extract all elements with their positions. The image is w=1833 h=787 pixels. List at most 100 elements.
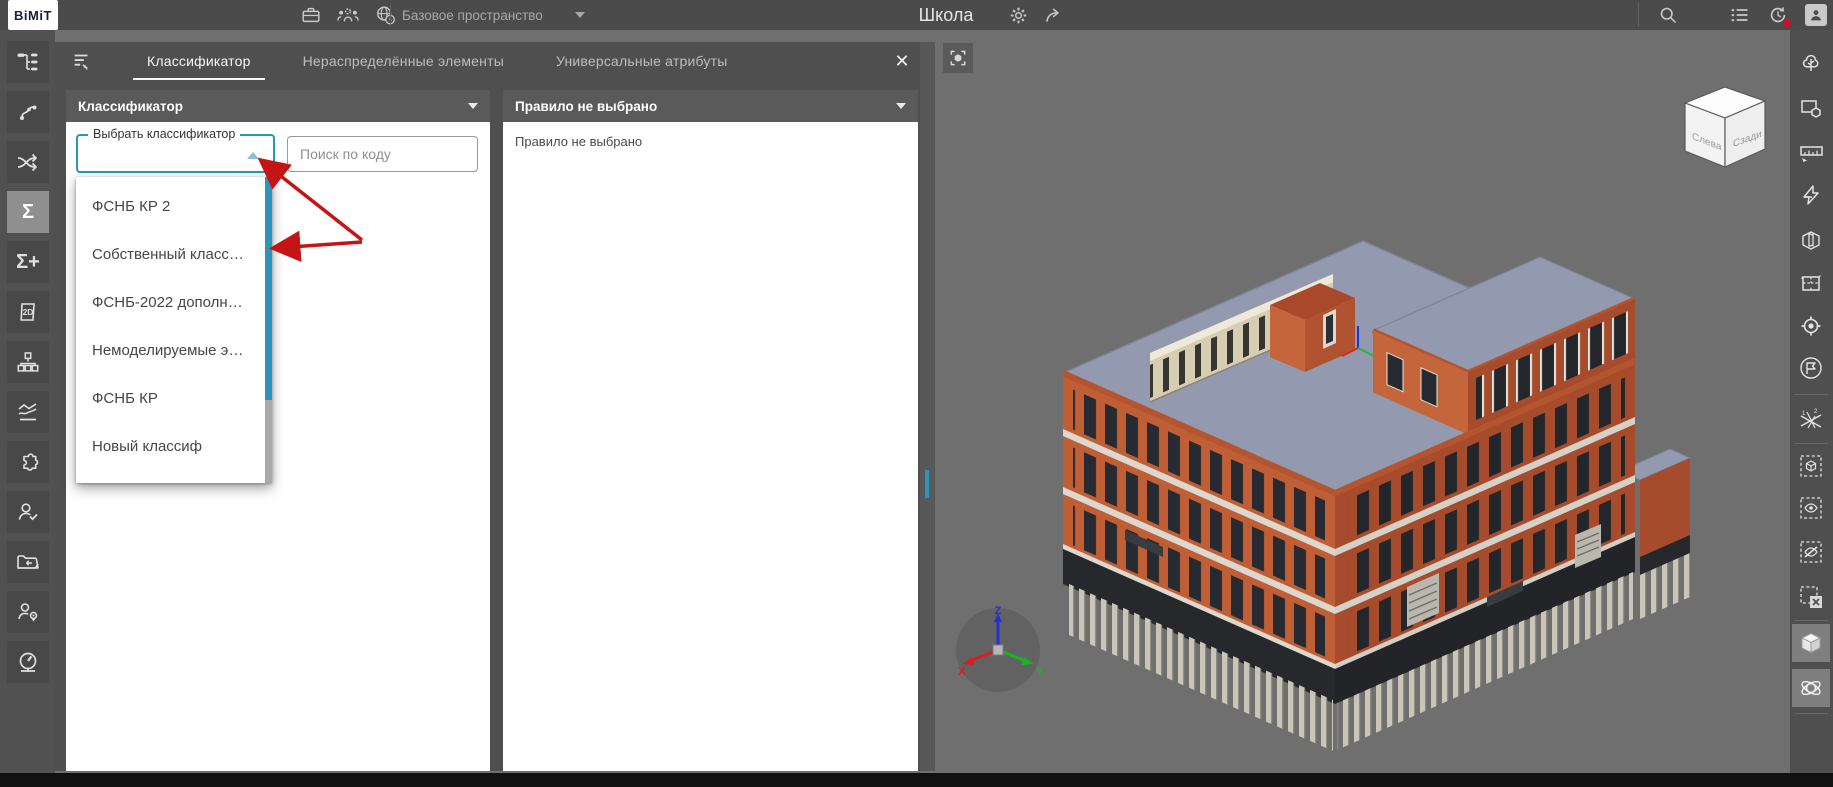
viewport-workspace[interactable]: Слева Сзади Z X Y Классификатор Нераспре… [55, 30, 1790, 773]
tool-dashboard-gauge[interactable] [7, 641, 49, 683]
tool-flag[interactable] [1792, 349, 1830, 387]
dropdown-option[interactable]: ФСНБ КР 2 [76, 182, 272, 230]
solid-cube-icon [1800, 632, 1822, 654]
tool-clear-isolation[interactable] [1792, 578, 1830, 616]
tool-trend-chart[interactable] [7, 391, 49, 433]
building-model[interactable] [1035, 235, 1735, 755]
tool-shuffle-links[interactable] [7, 141, 49, 183]
panel-scrollbar-thumb[interactable] [925, 470, 929, 498]
user-location-icon [18, 603, 38, 622]
tool-plugin-puzzle[interactable] [7, 441, 49, 483]
dropdown-option[interactable]: ФСНБ-2022 дополн… [76, 278, 272, 326]
tool-isolate-selection[interactable] [1792, 447, 1830, 485]
search-icon[interactable] [1658, 5, 1679, 26]
close-icon[interactable]: ✕ [890, 49, 914, 73]
classifier-panel-window: Классификатор Нераспределённые элементы … [55, 42, 920, 771]
org-chart-icon [17, 352, 39, 372]
fit-view-button[interactable] [943, 43, 973, 73]
tool-org-chart[interactable] [7, 341, 49, 383]
globe-clock-icon[interactable] [374, 4, 397, 26]
eye-slash-dashed-icon [1800, 541, 1822, 563]
svg-text:1: 1 [1802, 411, 1806, 417]
rule-subpanel-body: Правило не выбрано [503, 122, 918, 771]
tool-show-selected[interactable] [1792, 489, 1830, 527]
classifier-select[interactable]: Выбрать классификатор [76, 127, 275, 173]
dropdown-scrollbar[interactable] [265, 177, 272, 483]
orbit-icon [1801, 680, 1821, 696]
dropdown-scrollbar-thumb[interactable] [265, 177, 272, 401]
chevron-down-icon [468, 103, 478, 109]
tool-section-cube[interactable] [1792, 221, 1830, 259]
sigma-icon: Σ [21, 201, 34, 223]
project-title: Школа [918, 4, 974, 25]
sheet-2d-icon: 2D [20, 303, 35, 321]
tool-locate-target[interactable] [1792, 307, 1830, 345]
classifier-select-label: Выбрать классификатор [88, 127, 241, 141]
code-search-input[interactable] [287, 136, 478, 172]
sigma-plus-icon: Σ+ [16, 251, 40, 273]
briefcase-icon[interactable] [300, 4, 322, 26]
sort-filter-icon[interactable] [71, 50, 93, 72]
focus-frame-icon [950, 50, 966, 66]
dropdown-option[interactable]: Новый классиф [76, 422, 272, 470]
notification-badge [1783, 19, 1791, 27]
tool-measure[interactable] [1792, 133, 1830, 171]
user-check-icon [18, 503, 38, 521]
classifier-header-label: Классификатор [78, 98, 183, 114]
section-axes-icon: 1 2 [1800, 409, 1822, 429]
toolbar-separator [1794, 620, 1828, 621]
right-toolbar: 1 2 [1790, 30, 1833, 773]
chevron-down-icon [896, 103, 906, 109]
share-icon[interactable] [1043, 5, 1065, 26]
tab-universal-attributes[interactable]: Универсальные атрибуты [530, 42, 753, 80]
topbar-right-icons [1658, 0, 1827, 30]
tool-copy-hexagon[interactable] [1792, 88, 1830, 126]
tool-orbit[interactable] [1792, 669, 1830, 707]
tool-model-tree[interactable] [7, 41, 49, 83]
puzzle-icon [23, 453, 39, 471]
flash-icon [1803, 185, 1819, 205]
team-icon[interactable] [336, 4, 360, 26]
tool-sigma-add[interactable]: Σ+ [7, 241, 49, 283]
left-toolbar: Σ Σ+ 2D [0, 30, 55, 787]
section-cube-icon [1802, 231, 1820, 250]
tool-hide-selected[interactable] [1792, 533, 1830, 571]
notifications-button[interactable] [1767, 4, 1791, 27]
axis-gizmo[interactable]: Z X Y [948, 605, 1048, 700]
axis-y-label: Y [1036, 666, 1044, 678]
tool-folder-export[interactable] [7, 541, 49, 583]
tool-selection-spline[interactable] [7, 91, 49, 133]
toolbar-separator [1794, 443, 1828, 444]
dropdown-option[interactable]: Собственный класс… [76, 230, 272, 278]
clear-box-x-icon [1800, 586, 1822, 608]
settings-gear-icon[interactable] [1008, 5, 1029, 26]
tool-user-check[interactable] [7, 491, 49, 533]
tool-shaded-view[interactable] [1792, 624, 1830, 662]
topbar-divider [390, 3, 391, 27]
dropdown-option[interactable]: Немоделируемые э… [76, 326, 272, 374]
logo-text: BiMiT [14, 7, 52, 23]
app-logo[interactable]: BiMiT [8, 0, 58, 30]
rule-subpanel-header[interactable]: Правило не выбрано [503, 90, 918, 122]
tree-icon [1802, 54, 1819, 71]
tool-sigma-classifier[interactable]: Σ [7, 191, 49, 233]
dropdown-option[interactable]: ФСНБ КР [76, 374, 272, 422]
tab-classifier[interactable]: Классификатор [121, 42, 277, 80]
classifier-subpanel-header[interactable]: Классификатор [66, 90, 490, 122]
shuffle-icon [17, 153, 37, 172]
svg-text:2: 2 [1814, 409, 1818, 415]
tool-vegetation[interactable] [1792, 43, 1830, 81]
tool-floor-plan[interactable] [1792, 264, 1830, 302]
navigation-cube[interactable]: Слева Сзади [1670, 75, 1780, 175]
tool-flash-clip[interactable] [1792, 176, 1830, 214]
tool-user-location[interactable] [7, 591, 49, 633]
panel-scroll-gutter[interactable] [920, 42, 935, 771]
tool-sheet-2d[interactable]: 2D [7, 291, 49, 333]
tool-section-axes[interactable]: 1 2 [1792, 401, 1830, 439]
workspace-selector[interactable]: Базовое пространство [402, 0, 585, 30]
project-actions [1008, 0, 1065, 30]
list-icon[interactable] [1729, 5, 1751, 25]
user-avatar-icon[interactable] [1805, 4, 1827, 26]
tab-unallocated-elements[interactable]: Нераспределённые элементы [277, 42, 530, 80]
toolbar-separator [1794, 713, 1828, 714]
